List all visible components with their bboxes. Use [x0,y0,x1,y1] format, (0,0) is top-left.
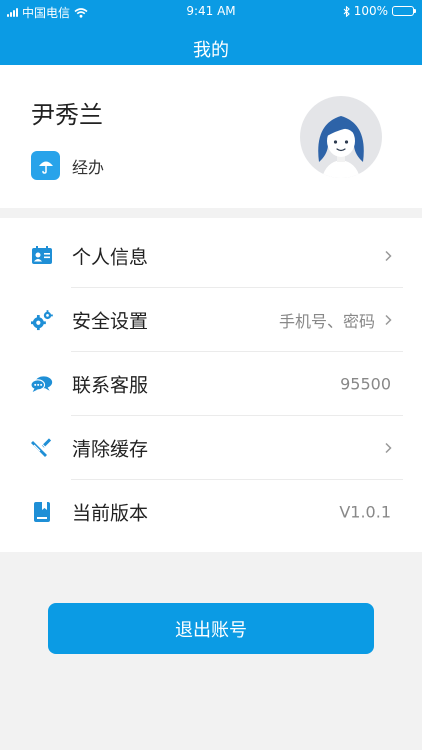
page-title: 我的 [193,40,229,61]
gears-icon [31,309,53,331]
id-card-icon [31,245,53,267]
chevron-right-icon [385,442,392,454]
settings-menu: 个人信息 安全设置 手机号、密码 联系客服 95500 清除缓存 当前版本 V1… [0,218,422,552]
header-bar: 中国电信 9:41 AM 100% 我的 [0,0,422,65]
broom-icon [31,437,53,459]
battery-icon [392,6,416,16]
menu-item-label: 清除缓存 [72,438,149,461]
menu-item-label: 安全设置 [72,310,149,333]
menu-item-value: 手机号、密码 [278,312,375,331]
menu-item-label: 个人信息 [72,246,149,269]
menu-item-version[interactable]: 当前版本 V1.0.1 [0,480,422,544]
user-role: 经办 [31,151,104,180]
logout-button[interactable]: 退出账号 [48,603,374,654]
battery-percent: 100% [353,4,388,18]
profile-card[interactable]: 尹秀兰 经办 [0,65,422,208]
role-label: 经办 [72,157,105,177]
menu-item-label: 联系客服 [72,374,149,397]
umbrella-icon [31,151,60,180]
bluetooth-icon [343,5,350,17]
menu-item-value: 95500 [340,374,391,394]
chevron-right-icon [385,314,392,326]
status-bar: 中国电信 9:41 AM 100% [0,0,422,22]
menu-item-security-settings[interactable]: 安全设置 手机号、密码 [0,288,422,352]
menu-item-personal-info[interactable]: 个人信息 [0,224,422,288]
user-name: 尹秀兰 [31,101,103,129]
book-icon [31,501,53,523]
menu-item-label: 当前版本 [72,502,149,525]
chevron-right-icon [385,250,392,262]
chat-icon [31,373,53,395]
menu-item-contact-support[interactable]: 联系客服 95500 [0,352,422,416]
avatar[interactable] [300,96,382,178]
menu-item-clear-cache[interactable]: 清除缓存 [0,416,422,480]
menu-item-value: V1.0.1 [339,502,391,522]
